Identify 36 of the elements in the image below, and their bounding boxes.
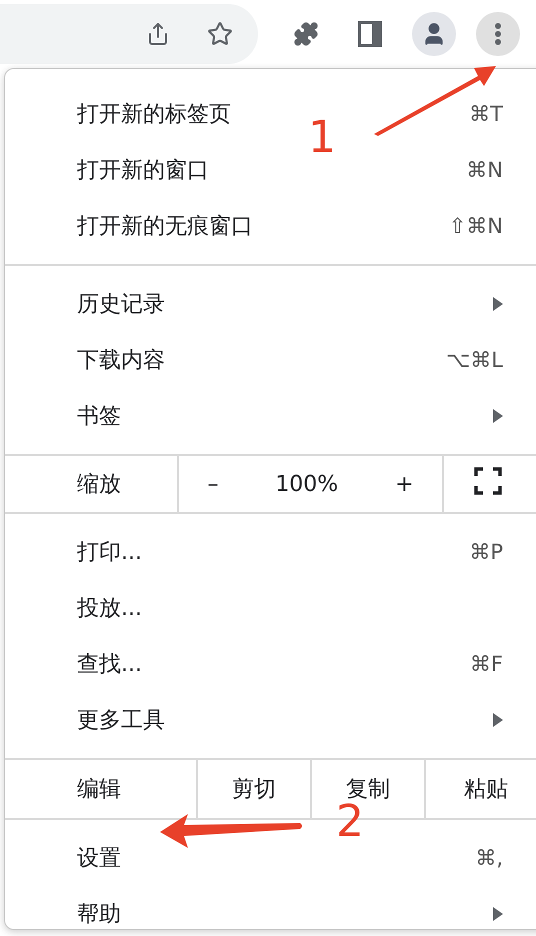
- menu-button[interactable]: [476, 12, 520, 56]
- edit-button[interactable]: 粘贴: [464, 774, 508, 804]
- zoom-in-button[interactable]: +: [395, 472, 414, 496]
- menu-item[interactable]: 打印...: [77, 537, 142, 567]
- menu-item[interactable]: 设置: [77, 843, 121, 873]
- menu-item[interactable]: 投放...: [77, 593, 142, 623]
- menu-item[interactable]: 更多工具: [77, 705, 165, 735]
- fullscreen-icon: [474, 467, 502, 495]
- profile-button[interactable]: [412, 12, 456, 56]
- shortcut-text: ⌘P: [469, 540, 503, 564]
- share-icon: [146, 22, 170, 46]
- menu-item[interactable]: 历史记录: [77, 289, 165, 319]
- side-panel-icon: [358, 21, 382, 47]
- menu-item[interactable]: 书签: [77, 401, 121, 431]
- shortcut-text: ⌘,: [475, 846, 503, 870]
- menu-item[interactable]: 下载内容: [77, 345, 165, 375]
- zoom-label: 缩放: [76, 471, 121, 499]
- edit-button[interactable]: 复制: [346, 774, 390, 804]
- shortcut-text: ⌘N: [466, 158, 503, 182]
- star-icon: [207, 21, 233, 47]
- zoom-level-text: 100%: [275, 472, 338, 496]
- menu-icon: [495, 23, 501, 45]
- shortcut-text: ⇧⌘N: [448, 214, 503, 238]
- menu-item[interactable]: 查找...: [77, 649, 142, 679]
- zoom-out-button[interactable]: –: [207, 472, 218, 496]
- menu-item[interactable]: 帮助: [77, 899, 121, 929]
- shortcut-text: ⌥⌘L: [446, 348, 503, 372]
- edit-button[interactable]: 剪切: [232, 774, 276, 804]
- annotation-number: 1: [308, 112, 336, 163]
- shortcut-text: ⌘F: [470, 652, 503, 676]
- menu-item[interactable]: 打开新的标签页: [77, 99, 231, 129]
- menu-item[interactable]: 打开新的窗口: [77, 155, 209, 185]
- menu-item[interactable]: 打开新的无痕窗口: [77, 211, 253, 241]
- puzzle-icon: [293, 21, 319, 47]
- edit-label: 编辑: [76, 776, 121, 804]
- shortcut-text: ⌘T: [469, 102, 503, 126]
